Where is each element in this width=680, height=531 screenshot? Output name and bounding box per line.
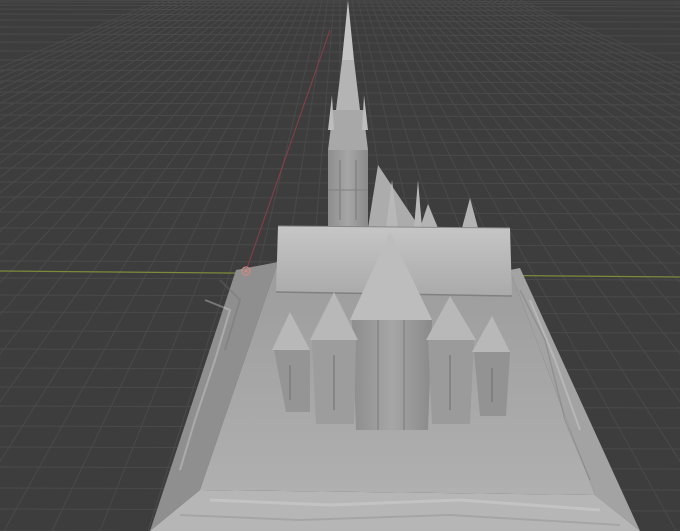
3d-viewport[interactable] [0,0,680,531]
base-front-face [150,490,640,531]
viewport-canvas[interactable] [0,0,680,531]
